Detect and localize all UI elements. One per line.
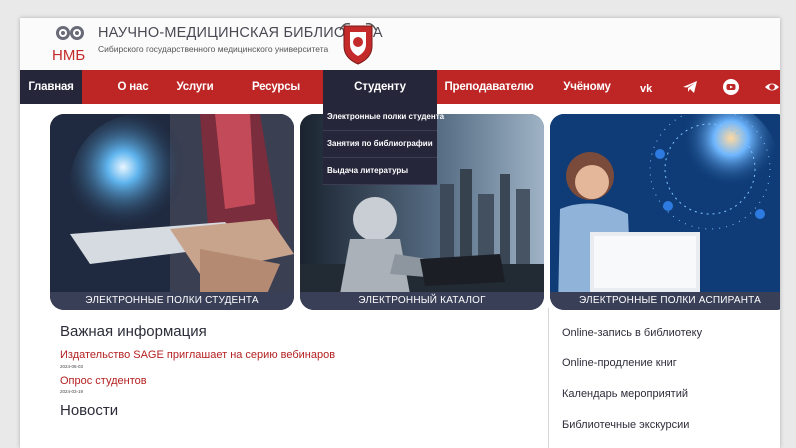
quick-links-panel: Online-запись в библиотеку Online-продле… (548, 308, 780, 448)
nav-item-about[interactable]: О нас (104, 70, 162, 104)
news-heading: Новости (60, 402, 119, 419)
logo-text: НМБ (52, 47, 85, 64)
main-nav: Главная О нас Услуги Ресурсы Студенту Пр… (20, 70, 780, 104)
link-library-tours[interactable]: Библиотечные экскурсии (562, 419, 689, 431)
nav-item-resources[interactable]: Ресурсы (246, 70, 306, 104)
card-postgrad-shelves[interactable]: ЭЛЕКТРОННЫЕ ПОЛКИ АСПИРАНТА (550, 114, 780, 310)
link-online-registration[interactable]: Online-запись в библиотеку (562, 327, 702, 339)
nav-item-home[interactable]: Главная (20, 70, 82, 104)
nav-item-scientist[interactable]: Учёному (556, 70, 618, 104)
tablet-hands-image (50, 114, 294, 310)
info-link-student-survey[interactable]: Опрос студентов (60, 375, 147, 387)
library-subtitle: Сибирского государственного медицинского… (98, 44, 329, 54)
dropdown-item-student-shelves[interactable]: Электронные полки студента (323, 104, 444, 131)
link-online-renewal[interactable]: Online-продление книг (562, 357, 677, 369)
info-date: 2024-03-19 (60, 389, 84, 394)
card-caption: ЭЛЕКТРОННЫЕ ПОЛКИ СТУДЕНТА (50, 292, 294, 310)
card-caption: ЭЛЕКТРОННЫЙ КАТАЛОГ (300, 292, 544, 310)
eye-icon[interactable] (764, 79, 780, 95)
important-info-heading: Важная информация (60, 323, 207, 340)
page-frame: НМБ НАУЧНО-МЕДИЦИНСКАЯ БИБЛИОТЕКА Сибирс… (20, 18, 780, 448)
link-events-calendar[interactable]: Календарь мероприятий (562, 388, 688, 400)
university-crest-icon (339, 22, 377, 65)
dropdown-item-book-lending[interactable]: Выдача литературы (323, 158, 437, 185)
info-link-sage[interactable]: Издательство SAGE приглашает на серию ве… (60, 349, 335, 361)
youtube-icon[interactable] (723, 79, 739, 95)
info-date: 2024-06-03 (60, 364, 84, 369)
telegram-icon[interactable] (682, 79, 698, 95)
site-header: НМБ НАУЧНО-МЕДИЦИНСКАЯ БИБЛИОТЕКА Сибирс… (20, 18, 780, 70)
dropdown-item-bibliography-classes[interactable]: Занятия по библиографии (323, 131, 437, 158)
student-dropdown-menu: Электронные полки студента Занятия по би… (323, 104, 444, 185)
card-student-shelves[interactable]: ЭЛЕКТРОННЫЕ ПОЛКИ СТУДЕНТА (50, 114, 294, 310)
nav-item-teacher[interactable]: Преподавателю (434, 70, 544, 104)
woman-computer-image (550, 114, 780, 310)
nav-item-student[interactable]: Студенту (323, 70, 437, 104)
library-logo[interactable]: НМБ (50, 24, 92, 66)
svg-text:vk: vk (640, 83, 653, 95)
nav-item-services[interactable]: Услуги (168, 70, 222, 104)
vk-icon[interactable]: vk (640, 79, 656, 95)
